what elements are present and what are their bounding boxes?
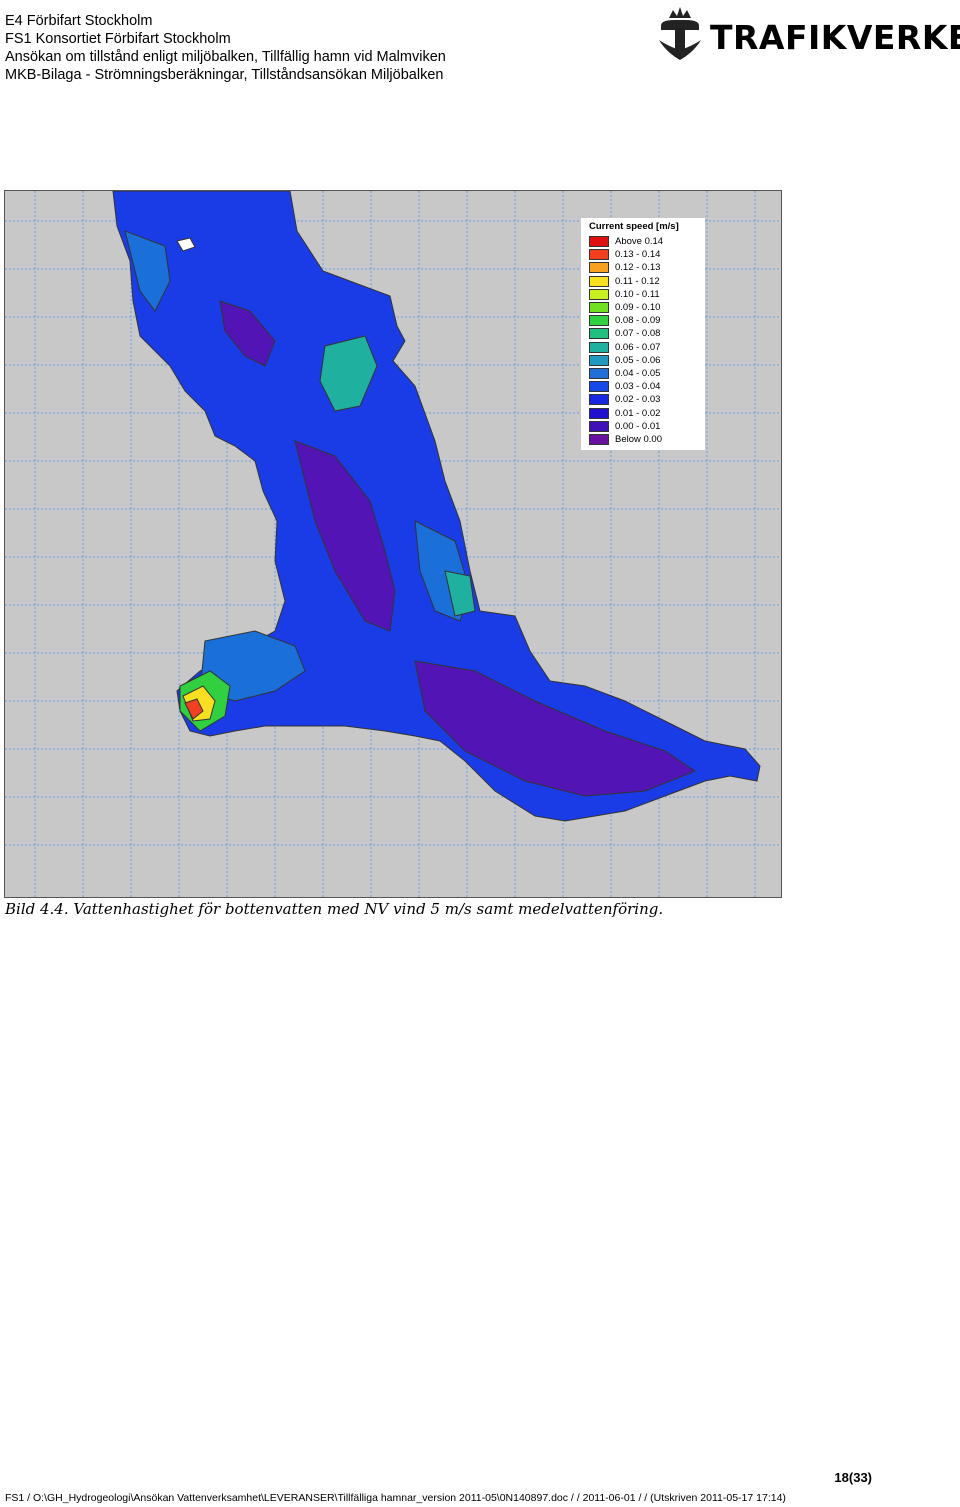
header-consortium: FS1 Konsortiet Förbifart Stockholm xyxy=(5,31,231,47)
legend-swatch xyxy=(589,302,609,314)
legend-label: 0.10 - 0.11 xyxy=(615,288,660,300)
legend-item: 0.00 - 0.01 xyxy=(581,420,705,433)
legend-item: 0.03 - 0.04 xyxy=(581,380,705,393)
legend-title: Current speed [m/s] xyxy=(589,221,679,232)
legend-label: 0.06 - 0.07 xyxy=(615,341,661,353)
legend-item: 0.13 - 0.14 xyxy=(581,248,705,261)
legend-swatch xyxy=(589,354,609,366)
legend-swatch xyxy=(589,315,609,327)
header-application: Ansökan om tillstånd enligt miljöbalken,… xyxy=(5,49,446,65)
legend-label: 0.08 - 0.09 xyxy=(615,315,661,327)
legend-item: 0.04 - 0.05 xyxy=(581,367,705,380)
legend-label: Below 0.00 xyxy=(615,433,663,445)
legend-item: Below 0.00 xyxy=(581,433,705,446)
legend-swatch xyxy=(589,249,609,261)
legend-item: 0.08 - 0.09 xyxy=(581,314,705,327)
legend-label: 0.05 - 0.06 xyxy=(615,354,661,366)
legend-swatch xyxy=(589,275,609,287)
legend-swatch xyxy=(589,236,609,248)
legend-swatch xyxy=(589,381,609,393)
speed-legend: Current speed [m/s] Above 0.14 0.13 - 0.… xyxy=(581,218,705,450)
legend-label: 0.07 - 0.08 xyxy=(615,328,661,340)
legend-label: 0.11 - 0.12 xyxy=(615,275,660,287)
legend-label: 0.04 - 0.05 xyxy=(615,367,661,379)
legend-item: 0.11 - 0.12 xyxy=(581,275,705,288)
legend-item: 0.01 - 0.02 xyxy=(581,406,705,419)
legend-label: 0.12 - 0.13 xyxy=(615,262,661,274)
document-footer: FS1 / O:\GH_Hydrogeologi\Ansökan Vattenv… xyxy=(5,1492,786,1504)
legend-swatch xyxy=(589,341,609,353)
legend-item: 0.07 - 0.08 xyxy=(581,327,705,340)
crown-emblem-icon xyxy=(659,7,701,60)
current-speed-map: Current speed [m/s] Above 0.14 0.13 - 0.… xyxy=(4,190,782,898)
header-project: E4 Förbifart Stockholm xyxy=(5,13,153,29)
page-number: 18(33) xyxy=(834,1470,872,1485)
figure-caption: Bild 4.4. Vattenhastighet för bottenvatt… xyxy=(5,900,664,918)
header-appendix: MKB-Bilaga - Strömningsberäkningar, Till… xyxy=(5,67,444,83)
legend-item: 0.02 - 0.03 xyxy=(581,393,705,406)
legend-label: 0.03 - 0.04 xyxy=(615,381,661,393)
legend-item: 0.09 - 0.10 xyxy=(581,301,705,314)
legend-label: 0.00 - 0.01 xyxy=(615,420,661,432)
legend-label: 0.01 - 0.02 xyxy=(615,407,661,419)
legend-label: 0.13 - 0.14 xyxy=(615,249,661,261)
legend-swatch xyxy=(589,394,609,406)
legend-swatch xyxy=(589,367,609,379)
legend-swatch xyxy=(589,420,609,432)
trafikverket-logo: TRAFIKVERKET xyxy=(655,4,960,66)
legend-swatch xyxy=(589,407,609,419)
legend-swatch xyxy=(589,328,609,340)
legend-item: 0.10 - 0.11 xyxy=(581,288,705,301)
legend-swatch xyxy=(589,262,609,274)
legend-item: 0.05 - 0.06 xyxy=(581,354,705,367)
document-header: E4 Förbifart Stockholm FS1 Konsortiet Fö… xyxy=(5,12,446,84)
legend-item: 0.06 - 0.07 xyxy=(581,341,705,354)
legend-label: 0.09 - 0.10 xyxy=(615,302,661,314)
logo-wordmark: TRAFIKVERKET xyxy=(710,18,960,57)
legend-label: 0.02 - 0.03 xyxy=(615,394,661,406)
legend-label: Above 0.14 xyxy=(615,236,664,248)
legend-item: 0.12 - 0.13 xyxy=(581,261,705,274)
legend-swatch xyxy=(589,433,609,445)
legend-swatch xyxy=(589,288,609,300)
legend-item: Above 0.14 xyxy=(581,235,705,248)
